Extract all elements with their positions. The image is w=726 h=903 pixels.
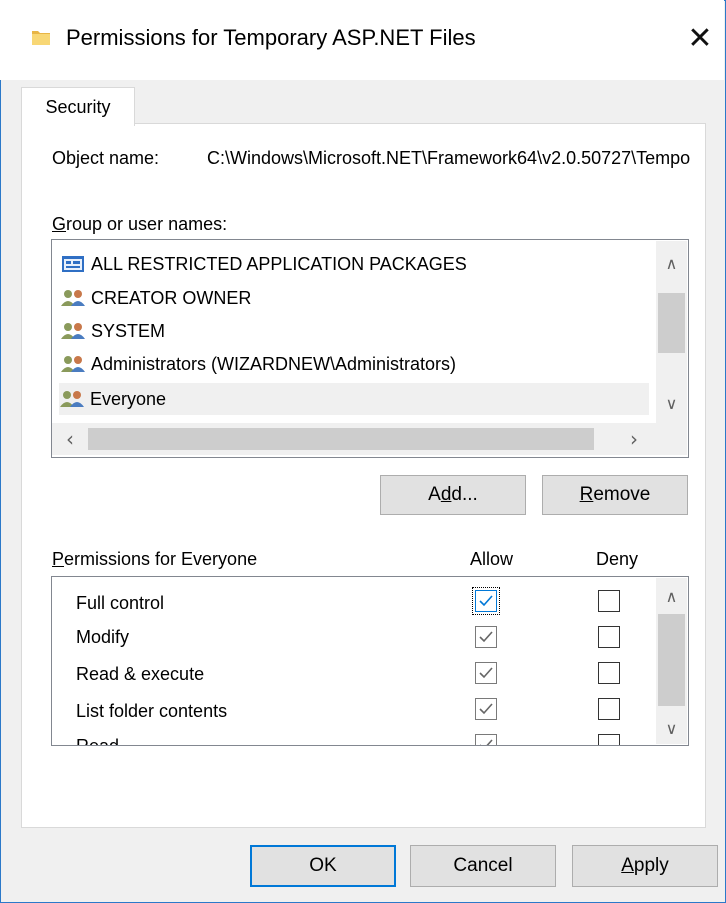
scroll-down-icon[interactable]: ∨ <box>656 716 687 740</box>
ok-button[interactable]: OK <box>250 845 396 887</box>
scroll-up-icon[interactable]: ∧ <box>656 584 687 608</box>
add-button[interactable]: Add... <box>380 475 526 515</box>
allow-column-header: Allow <box>470 549 514 569</box>
allow-checkbox[interactable] <box>472 587 500 615</box>
permission-name: Read & execute <box>76 664 205 684</box>
permission-name: Modify <box>76 627 130 647</box>
deny-checkbox[interactable] <box>598 662 620 684</box>
tab-security[interactable]: Security <box>21 87 135 126</box>
scroll-thumb[interactable] <box>658 293 685 353</box>
permissions-label: Permissions for Everyone <box>52 549 258 569</box>
allow-checkbox[interactable] <box>475 698 497 720</box>
list-item-label: SYSTEM <box>91 320 166 341</box>
list-item[interactable]: Administrators (WIZARDNEW\Administrators… <box>60 348 456 380</box>
users-icon <box>60 354 87 374</box>
scroll-down-icon[interactable]: ∨ <box>656 391 687 415</box>
group-names-label: Group or user names: <box>52 214 228 234</box>
deny-checkbox[interactable] <box>598 698 620 720</box>
scroll-up-icon[interactable]: ∧ <box>656 251 687 275</box>
permission-name: Read <box>76 736 120 746</box>
group-list-horizontal-scrollbar[interactable]: ‹ › <box>52 423 687 455</box>
deny-checkbox[interactable] <box>598 734 620 745</box>
list-item[interactable]: SYSTEM <box>60 315 165 347</box>
deny-column-header: Deny <box>596 549 639 569</box>
list-item[interactable]: CREATOR OWNER <box>60 282 251 314</box>
users-icon <box>60 288 87 308</box>
window-title: Permissions for Temporary ASP.NET Files <box>66 25 476 50</box>
object-name-value: C:\Windows\Microsoft.NET\Framework64\v2.… <box>207 148 691 168</box>
allow-checkbox[interactable] <box>475 626 497 648</box>
scroll-right-icon[interactable]: › <box>622 423 646 455</box>
deny-checkbox[interactable] <box>598 626 620 648</box>
list-item-label: Everyone <box>90 388 167 409</box>
apply-button[interactable]: Apply <box>572 845 718 887</box>
users-icon <box>59 389 86 409</box>
close-button[interactable]: ✕ <box>676 14 724 62</box>
permissions-vertical-scrollbar[interactable]: ∧ ∨ <box>656 578 687 744</box>
users-icon <box>60 321 87 341</box>
list-item-selected[interactable]: Everyone <box>59 383 649 415</box>
scroll-left-icon[interactable]: ‹ <box>58 423 82 455</box>
allow-checkbox[interactable] <box>475 662 497 684</box>
scroll-thumb[interactable] <box>88 428 594 450</box>
permissions-list[interactable]: Full control Modify Read & execute List … <box>51 576 689 746</box>
permission-name: Full control <box>76 593 165 613</box>
scroll-thumb[interactable] <box>658 614 685 706</box>
group-list-vertical-scrollbar[interactable]: ∧ ∨ <box>656 241 687 423</box>
package-icon <box>60 254 87 274</box>
list-item-label: ALL RESTRICTED APPLICATION PACKAGES <box>91 253 467 274</box>
deny-checkbox[interactable] <box>598 590 620 612</box>
list-item-label: Administrators (WIZARDNEW\Administrators… <box>91 353 457 374</box>
remove-button[interactable]: Remove <box>542 475 688 515</box>
allow-checkbox[interactable] <box>475 734 497 745</box>
folder-icon <box>32 31 50 45</box>
cancel-button[interactable]: Cancel <box>410 845 556 887</box>
object-name-label: Object name: <box>52 148 160 168</box>
title-bar: Permissions for Temporary ASP.NET Files … <box>0 0 724 80</box>
list-item[interactable]: ALL RESTRICTED APPLICATION PACKAGES <box>60 248 467 280</box>
partial-row-icon <box>58 418 74 431</box>
permission-name: List folder contents <box>76 701 228 721</box>
list-item-label: CREATOR OWNER <box>91 287 252 308</box>
